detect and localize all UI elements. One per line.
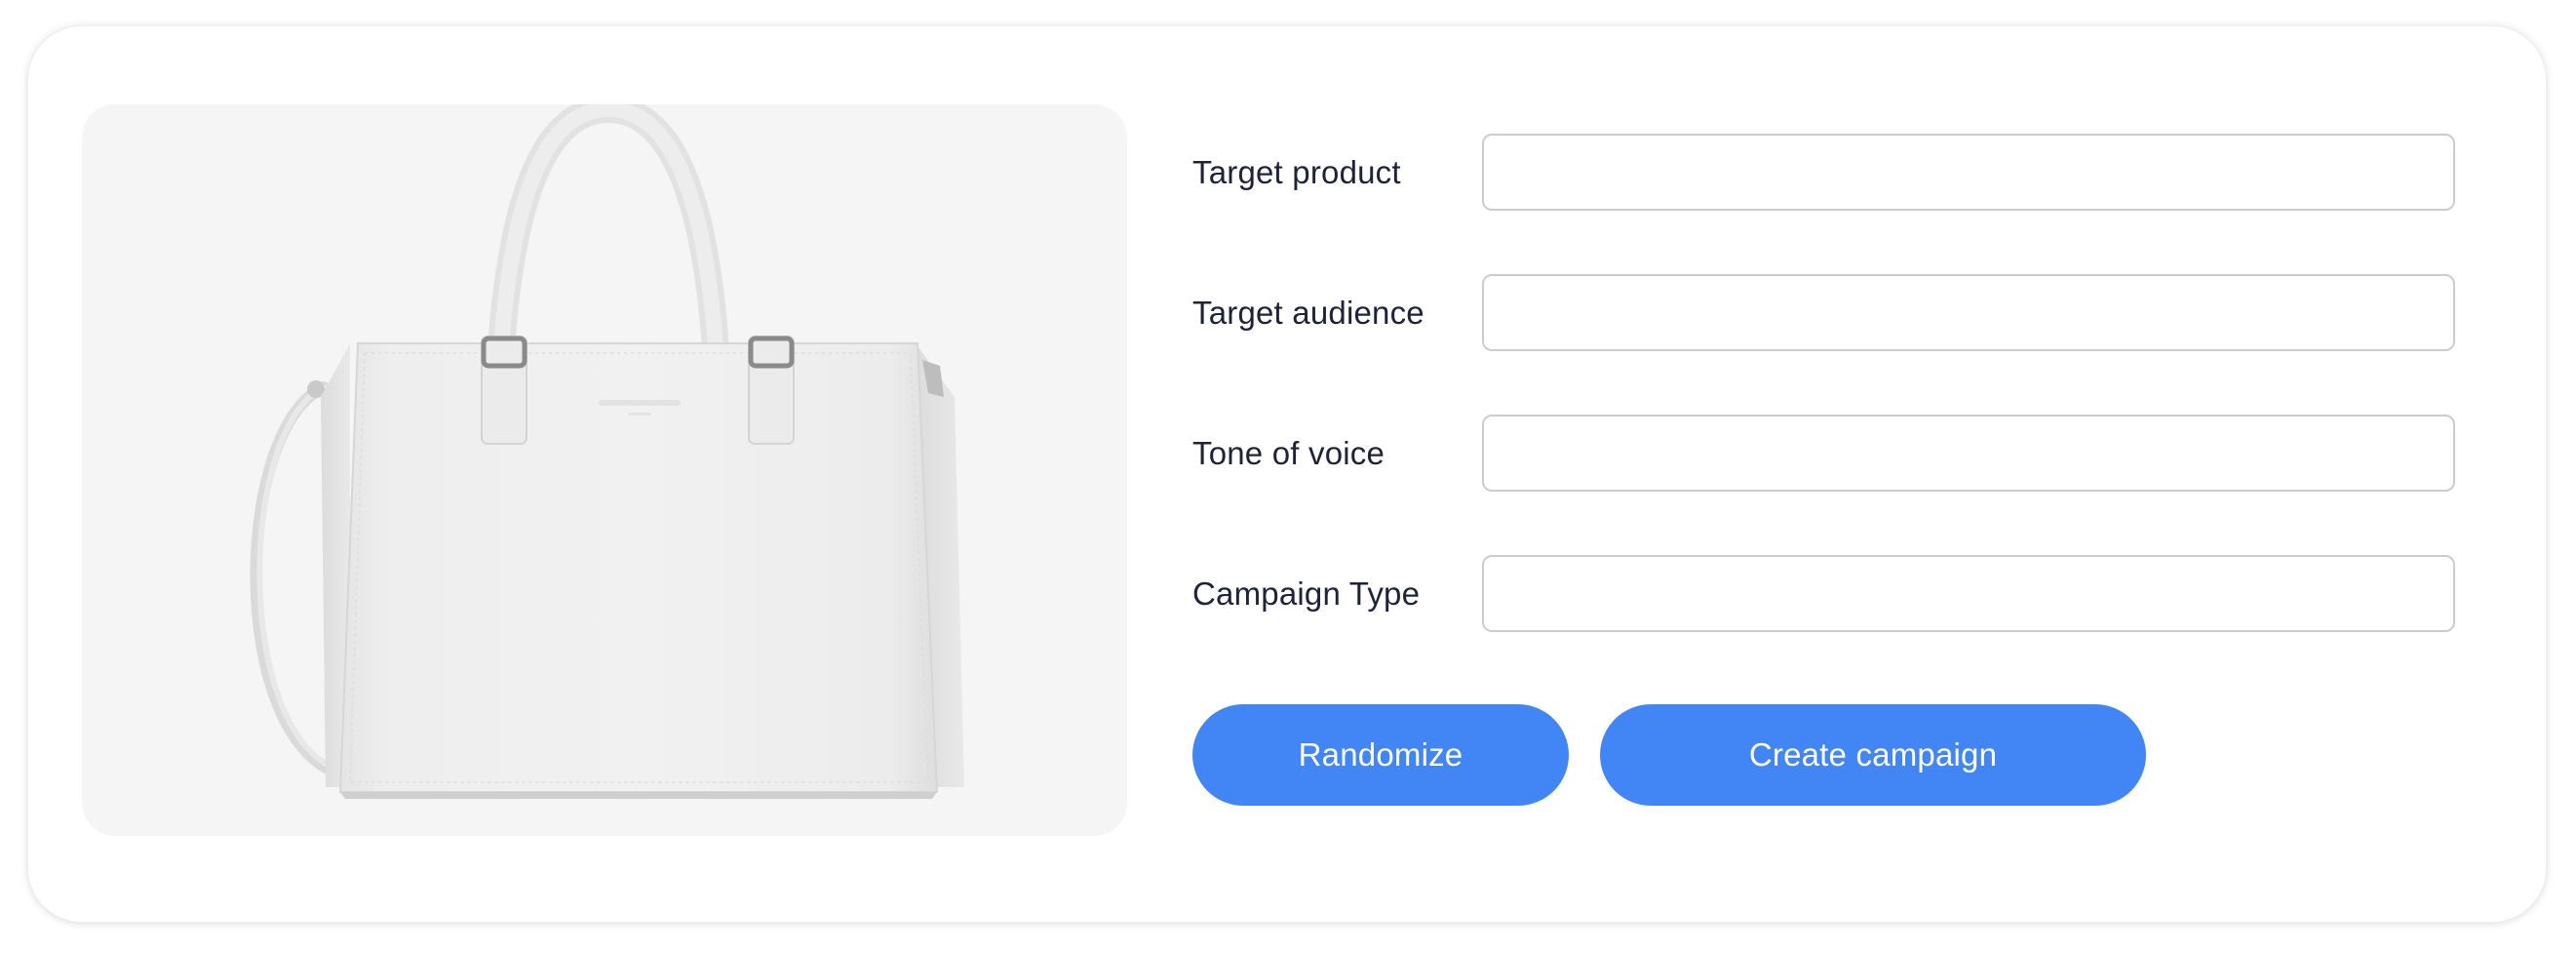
handbag-illustration bbox=[250, 104, 964, 799]
tone-of-voice-input[interactable] bbox=[1482, 415, 2455, 492]
tone-of-voice-label: Tone of voice bbox=[1192, 435, 1386, 471]
randomize-button[interactable]: Randomize bbox=[1192, 704, 1569, 806]
product-image bbox=[82, 104, 1127, 836]
target-audience-label: Target audience bbox=[1192, 295, 1425, 331]
target-product-input[interactable] bbox=[1482, 134, 2455, 211]
target-product-label: Target product bbox=[1192, 154, 1401, 190]
create-campaign-button[interactable]: Create campaign bbox=[1600, 704, 2146, 806]
target-audience-input[interactable] bbox=[1482, 274, 2455, 351]
campaign-type-input[interactable] bbox=[1482, 555, 2455, 632]
campaign-type-label: Campaign Type bbox=[1192, 576, 1421, 612]
